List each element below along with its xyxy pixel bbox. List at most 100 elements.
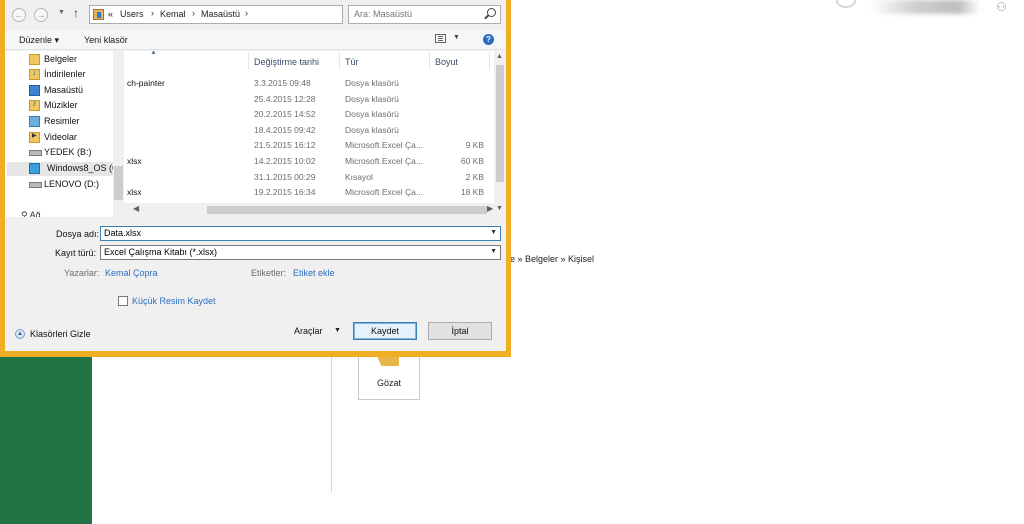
filename-field[interactable]: Data.xlsx ▼ — [100, 226, 501, 241]
filetype-select[interactable]: Excel Çalışma Kitabı (*.xlsx) ▼ — [100, 245, 501, 260]
tools-button[interactable]: Araçlar — [294, 326, 323, 336]
music-folder-icon — [29, 98, 40, 111]
desktop-folder-icon — [29, 85, 40, 96]
table-row[interactable]: 31.1.2015 00:29 Kısayol 2 KB — [124, 170, 494, 185]
file-type: Microsoft Excel Ça... — [345, 156, 423, 166]
search-input[interactable]: Ara: Masaüstü — [348, 5, 501, 24]
address-bar[interactable]: « Users › Kemal › Masaüstü › ↻ — [89, 5, 415, 24]
new-folder-button[interactable]: Yeni klasör — [84, 35, 128, 45]
breadcrumb-desktop[interactable]: Masaüstü — [201, 9, 240, 19]
file-date: 21.5.2015 16:12 — [254, 140, 316, 150]
file-date: 19.2.2015 16:34 — [254, 187, 316, 197]
file-name: xlsx — [127, 187, 142, 197]
search-icon[interactable] — [487, 8, 496, 17]
file-type: Dosya klasörü — [345, 78, 399, 88]
file-type: Microsoft Excel Ça... — [345, 140, 423, 150]
chevron-right-icon[interactable]: › — [151, 8, 154, 18]
recent-folder-path[interactable]: e » Belgeler » Kişisel — [510, 254, 594, 264]
file-list-vertical-scrollbar[interactable]: ▲ ▼ — [494, 51, 506, 217]
column-separator[interactable] — [339, 52, 340, 70]
folder-location-icon — [93, 9, 104, 20]
tags-value[interactable]: Etiket ekle — [293, 268, 335, 278]
view-options-icon[interactable] — [435, 34, 446, 43]
sidebar-scrollbar[interactable] — [113, 51, 124, 217]
organize-button[interactable]: Düzenle ▾ — [19, 35, 59, 46]
table-row[interactable]: 21.5.2015 16:12 Microsoft Excel Ça... 9 … — [124, 138, 494, 153]
file-size: 9 KB — [465, 140, 484, 150]
column-separator[interactable] — [429, 52, 430, 70]
sidebar-item-label: İndirilenler — [44, 69, 86, 79]
file-size: 2 KB — [465, 172, 484, 182]
filetype-value: Excel Çalışma Kitabı (*.xlsx) — [104, 247, 218, 257]
sidebar-item-label: YEDEK (B:) — [44, 147, 92, 157]
table-row[interactable]: ch-painter 3.3.2015 09:48 Dosya klasörü — [124, 76, 494, 91]
table-row[interactable]: 25.4.2015 12:28 Dosya klasörü — [124, 92, 494, 107]
breadcrumb-users[interactable]: Users — [120, 9, 144, 19]
forward-arrow-icon[interactable]: → — [34, 8, 48, 22]
file-size: 18 KB — [460, 187, 484, 197]
chevron-down-icon[interactable]: ▼ — [490, 248, 497, 255]
sidebar-item-drive-c[interactable]: Windows8_OS (C — [7, 162, 124, 176]
scrollbar-thumb[interactable] — [207, 206, 487, 214]
save-button[interactable]: Kaydet — [353, 322, 417, 340]
file-name: xlsx — [127, 156, 142, 166]
file-list-horizontal-scrollbar[interactable]: ◀ ▶ — [124, 203, 494, 217]
file-date: 3.3.2015 09:48 — [254, 78, 311, 88]
network-icon: ⚲ — [21, 210, 28, 217]
file-type: Dosya klasörü — [345, 109, 399, 119]
cancel-button[interactable]: İptal — [428, 322, 492, 340]
table-row[interactable]: 20.2.2015 14:52 Dosya klasörü — [124, 107, 494, 122]
scrollbar-thumb[interactable] — [114, 166, 123, 200]
back-arrow-icon[interactable]: ← — [12, 8, 26, 22]
scroll-left-icon[interactable]: ◀ — [133, 204, 139, 213]
sidebar-item-network[interactable]: ⚲ Ağ — [21, 210, 41, 217]
help-icon[interactable]: ? — [483, 34, 494, 45]
chevron-down-icon[interactable]: ▼ — [334, 327, 341, 334]
column-separator[interactable] — [489, 52, 490, 70]
scroll-up-icon[interactable]: ▲ — [496, 53, 503, 60]
column-header-size[interactable]: Boyut — [435, 57, 458, 67]
account-circle-icon — [836, 0, 856, 8]
navigation-pane: Belgeler İndirilenler Masaüstü Müzikler … — [5, 51, 124, 217]
file-date: 31.1.2015 00:29 — [254, 172, 316, 182]
divider — [331, 356, 332, 492]
filetype-label: Kayıt türü: — [55, 248, 97, 258]
chevron-down-icon[interactable]: ▼ — [453, 34, 460, 41]
chevron-right-icon[interactable]: › — [245, 8, 248, 18]
browse-label: Gözat — [376, 378, 401, 388]
table-row[interactable]: 18.4.2015 09:42 Dosya klasörü — [124, 123, 494, 138]
save-thumbnail-label[interactable]: Küçük Resim Kaydet — [132, 296, 216, 306]
downloads-folder-icon — [29, 67, 40, 80]
save-thumbnail-checkbox[interactable] — [118, 296, 128, 306]
table-row[interactable]: xlsx 19.2.2015 16:34 Microsoft Excel Ça.… — [124, 185, 494, 200]
drive-icon — [29, 182, 42, 188]
browse-button[interactable]: Gözat — [358, 355, 420, 400]
file-size: 60 KB — [460, 156, 484, 166]
scrollbar-thumb[interactable] — [496, 65, 504, 182]
chevron-down-icon[interactable]: ▼ — [490, 229, 497, 236]
column-separator[interactable] — [248, 52, 249, 70]
file-type: Dosya klasörü — [345, 125, 399, 135]
file-name: ch-painter — [127, 78, 165, 88]
up-arrow-icon[interactable]: ↑ — [73, 6, 79, 20]
table-row[interactable]: xlsx 14.2.2015 10:02 Microsoft Excel Ça.… — [124, 154, 494, 169]
dialog-body: ← → ▼ ↑ « Users › Kemal › Masaüstü › ↻ A… — [5, 0, 506, 351]
sidebar-item-label: Masaüstü — [44, 85, 84, 95]
sidebar-item-label: Ağ — [29, 210, 41, 217]
scroll-right-icon[interactable]: ▶ — [487, 204, 493, 213]
authors-value[interactable]: Kemal Çopra — [105, 268, 158, 278]
chevron-right-icon[interactable]: › — [192, 8, 195, 18]
folder-icon — [377, 356, 399, 366]
command-toolbar: Düzenle ▾ Yeni klasör ▼ ? — [5, 30, 506, 50]
breadcrumb-kemal[interactable]: Kemal — [160, 9, 186, 19]
save-options-panel: Dosya adı: Data.xlsx ▼ Kayıt türü: Excel… — [5, 217, 506, 351]
file-type: Kısayol — [345, 172, 373, 182]
user-icon[interactable]: ⚇ — [996, 0, 1007, 14]
filename-label: Dosya adı: — [56, 229, 100, 239]
column-header-date[interactable]: Değiştirme tarihi — [254, 57, 319, 67]
scroll-down-icon[interactable]: ▼ — [496, 205, 503, 212]
breadcrumb-overflow[interactable]: « — [108, 9, 113, 19]
column-header-type[interactable]: Tür — [345, 57, 359, 67]
tags-label: Etiketler: — [251, 268, 287, 278]
recent-locations-dropdown-icon[interactable]: ▼ — [58, 9, 65, 16]
